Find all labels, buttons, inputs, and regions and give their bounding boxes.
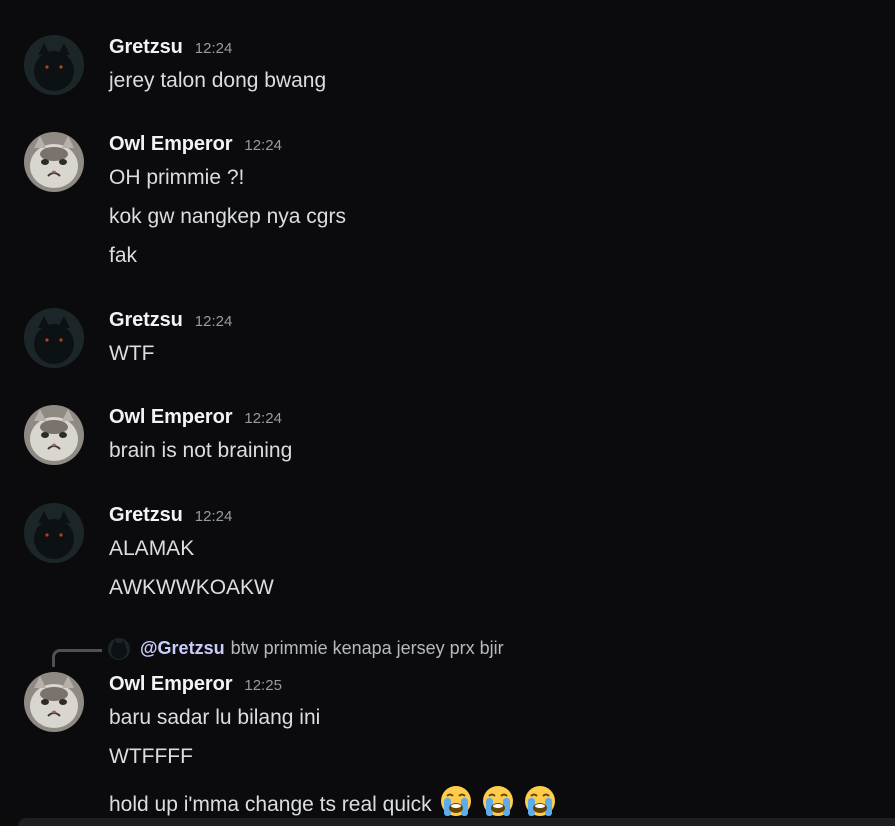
message-header: Gretzsu 12:24	[109, 309, 232, 335]
message-text: baru sadar lu bilang ini	[109, 706, 321, 729]
message-text: WTFFFF	[109, 745, 193, 768]
reply-spine	[52, 649, 102, 667]
black-cat-avatar[interactable]	[24, 308, 84, 368]
reply-snippet: btw primmie kenapa jersey prx bjir	[230, 638, 504, 658]
loudly-crying-face-emoji[interactable]	[480, 783, 516, 819]
reply-preview[interactable]: @Gretzsu btw primmie kenapa jersey prx bj…	[52, 636, 652, 667]
timestamp[interactable]: 12:24	[195, 313, 233, 330]
message-text-with-emoji: hold up i'mma change ts real quick	[109, 783, 558, 819]
crying-cat-avatar[interactable]	[24, 132, 84, 192]
message-text: AWKWWKOAKW	[109, 576, 274, 599]
reply-content: @Gretzsu btw primmie kenapa jersey prx bj…	[140, 638, 504, 659]
message-text: WTF	[109, 342, 155, 365]
message-text: OH primmie ?!	[109, 166, 245, 189]
message-text: kok gw nangkep nya cgrs	[109, 205, 346, 228]
message-header: Owl Emperor 12:25	[109, 673, 282, 699]
author-name[interactable]: Owl Emperor	[109, 406, 232, 428]
black-cat-avatar[interactable]	[24, 503, 84, 563]
chat-message-list: Gretzsu 12:24 jerey talon dong bwang Owl …	[0, 0, 895, 826]
author-name[interactable]: Owl Emperor	[109, 673, 232, 695]
crying-cat-avatar[interactable]	[24, 672, 84, 732]
loudly-crying-face-emoji[interactable]	[438, 783, 474, 819]
timestamp[interactable]: 12:24	[195, 40, 233, 57]
message-header: Owl Emperor 12:24	[109, 133, 282, 159]
message-text: jerey talon dong bwang	[109, 69, 327, 92]
author-name[interactable]: Gretzsu	[109, 36, 183, 58]
black-cat-avatar	[108, 638, 130, 660]
message-text: ALAMAK	[109, 537, 195, 560]
message-text: fak	[109, 244, 138, 267]
reply-mention[interactable]: @Gretzsu	[140, 638, 225, 658]
author-name[interactable]: Gretzsu	[109, 504, 183, 526]
author-name[interactable]: Owl Emperor	[109, 133, 232, 155]
timestamp[interactable]: 12:24	[244, 410, 282, 427]
message-text: brain is not braining	[109, 439, 293, 462]
timestamp[interactable]: 12:24	[244, 137, 282, 154]
message-header: Owl Emperor 12:24	[109, 406, 282, 432]
message-header: Gretzsu 12:24	[109, 504, 232, 530]
author-name[interactable]: Gretzsu	[109, 309, 183, 331]
crying-cat-avatar[interactable]	[24, 405, 84, 465]
black-cat-avatar[interactable]	[24, 35, 84, 95]
message-text: hold up i'mma change ts real quick	[109, 793, 432, 816]
timestamp[interactable]: 12:25	[244, 677, 282, 694]
message-input-bar-edge[interactable]	[18, 818, 895, 826]
timestamp[interactable]: 12:24	[195, 508, 233, 525]
message-header: Gretzsu 12:24	[109, 36, 232, 62]
loudly-crying-face-emoji[interactable]	[522, 783, 558, 819]
